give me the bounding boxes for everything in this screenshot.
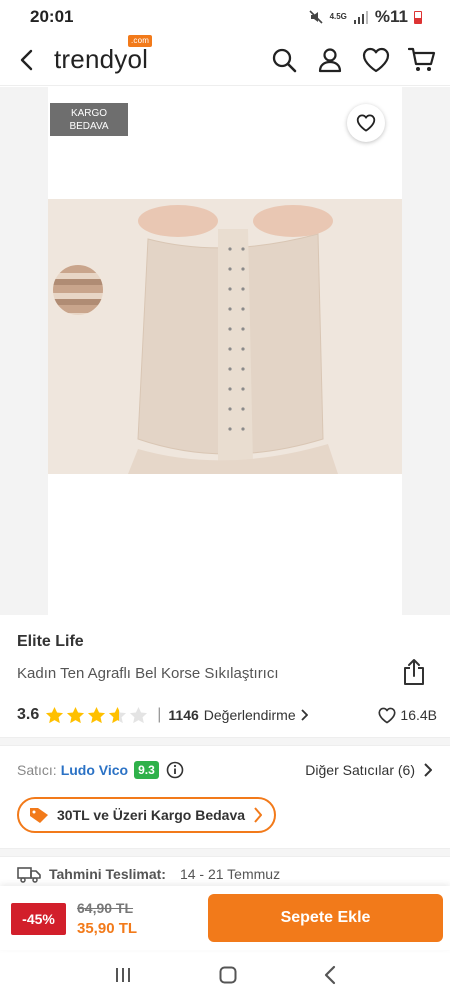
delivery-range: 14 - 21 Temmuz: [179, 866, 281, 882]
other-sellers-label: Diğer Satıcılar (6): [305, 762, 415, 778]
add-to-cart-button[interactable]: Sepete Ekle: [208, 894, 443, 942]
seller-row: Satıcı: Ludo Vico 9.3 Diğer Satıcılar (6…: [17, 758, 432, 782]
product-brand[interactable]: Elite Life: [17, 633, 84, 651]
cart-icon: [408, 47, 436, 71]
star-half-icon: [109, 706, 127, 723]
logo-suffix: .com: [127, 35, 153, 47]
current-price: 35,90 TL: [77, 920, 138, 937]
promo-text: 30TL ve Üzeri Kargo Bedava: [57, 807, 246, 823]
color-swatch[interactable]: [51, 263, 105, 317]
section-divider: [0, 737, 450, 746]
mute-icon: [308, 10, 323, 24]
battery-level: %11: [374, 7, 408, 26]
signal-icon: [353, 11, 368, 24]
system-nav-bar: [0, 950, 450, 1000]
trendyol-logo[interactable]: trendyol .com: [54, 35, 153, 75]
other-sellers-link[interactable]: Diğer Satıcılar (6): [305, 762, 432, 778]
tag-icon: [30, 808, 48, 823]
favorites-button[interactable]: [362, 46, 390, 74]
free-shipping-badge: KARGO BEDAVA: [50, 103, 128, 136]
corset-photo: [48, 199, 402, 474]
status-indicators: 4.5G %11: [308, 7, 422, 27]
user-icon: [318, 47, 342, 72]
cart-button[interactable]: [408, 46, 436, 74]
logo-text: trendyol: [54, 44, 149, 74]
chevron-right-icon[interactable]: [300, 709, 308, 721]
likes-count: 16.4B: [400, 707, 437, 723]
section-divider: [0, 848, 450, 857]
account-button[interactable]: [316, 46, 344, 74]
star-icon: [88, 706, 106, 723]
rating-row: 3.6 | 1146 Değerlendirme 16.4B: [17, 703, 437, 727]
app-header: trendyol .com: [0, 34, 450, 86]
seller-name-link[interactable]: Ludo Vico: [61, 762, 128, 778]
star-icon: [67, 706, 85, 723]
review-count[interactable]: 1146: [168, 707, 198, 723]
corset-illustration: [48, 199, 402, 474]
chevron-right-icon: [254, 807, 263, 823]
seller-score-badge: 9.3: [134, 761, 159, 779]
home-icon[interactable]: [218, 965, 238, 985]
share-button[interactable]: [402, 658, 428, 686]
battery-icon: [414, 10, 422, 24]
favorites-count[interactable]: 16.4B: [378, 707, 437, 724]
status-time: 20:01: [30, 7, 74, 26]
status-bar: 20:01 4.5G %11: [0, 0, 450, 34]
delivery-label: Tahmini Teslimat:: [49, 866, 166, 882]
heart-icon: [362, 47, 390, 72]
header-actions: [270, 46, 436, 74]
recents-icon[interactable]: [113, 966, 133, 984]
favorite-toggle-button[interactable]: [347, 104, 385, 142]
rating-separator: |: [157, 706, 162, 723]
back-nav-icon[interactable]: [323, 965, 337, 985]
chevron-left-icon: [20, 49, 33, 70]
product-image: [48, 87, 402, 615]
purchase-bar: -45% 64,90 TL 35,90 TL Sepete Ekle: [0, 886, 450, 950]
back-button[interactable]: [14, 47, 40, 73]
free-shipping-promo[interactable]: 30TL ve Üzeri Kargo Bedava: [17, 797, 277, 833]
heart-outline-icon: [356, 114, 376, 132]
share-icon: [404, 659, 424, 685]
old-price: 64,90 TL: [77, 900, 134, 916]
discount-badge: -45%: [11, 903, 66, 935]
search-button[interactable]: [270, 46, 298, 74]
review-label[interactable]: Değerlendirme: [204, 707, 296, 723]
chevron-right-icon: [424, 763, 432, 777]
search-icon: [272, 48, 297, 72]
star-rating: [45, 706, 148, 725]
star-icon: [46, 706, 64, 723]
seller-label: Satıcı:: [17, 762, 57, 778]
delivery-estimate: Tahmini Teslimat: 14 - 21 Temmuz: [17, 865, 280, 883]
rating-value: 3.6: [17, 706, 40, 723]
product-title: Kadın Ten Agraflı Bel Korse Sıkılaştırıc…: [17, 665, 279, 682]
star-empty-icon: [130, 706, 148, 723]
info-icon[interactable]: [166, 761, 184, 779]
truck-icon: [17, 867, 41, 883]
network-type: 4.5G: [329, 12, 347, 21]
product-image-gallery[interactable]: KARGO BEDAVA: [0, 87, 450, 615]
heart-icon: [378, 707, 396, 723]
